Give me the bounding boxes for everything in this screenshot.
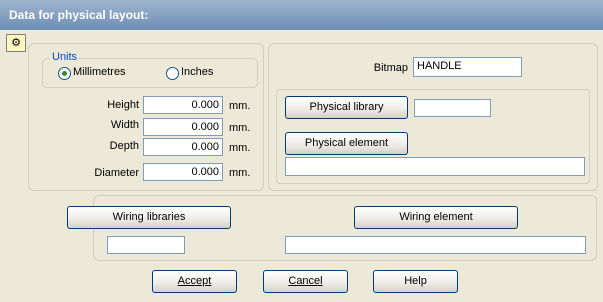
wiring-libraries-field[interactable] xyxy=(107,236,185,254)
depth-field[interactable]: 0.000 xyxy=(143,138,223,156)
physical-library-field[interactable] xyxy=(414,99,491,117)
physical-library-button[interactable]: Physical library xyxy=(285,96,408,119)
cancel-label: Cancel xyxy=(288,275,323,287)
wiring-element-button[interactable]: Wiring element xyxy=(354,206,518,229)
height-label: Height xyxy=(107,99,139,111)
height-unit: mm. xyxy=(229,100,251,112)
accept-label: Accept xyxy=(177,275,212,287)
millimetres-radio[interactable] xyxy=(58,67,71,80)
diameter-field[interactable]: 0.000 xyxy=(143,163,223,181)
diameter-unit: mm. xyxy=(229,167,251,179)
millimetres-label[interactable]: Millimetres xyxy=(73,66,126,78)
height-field[interactable]: 0.000 xyxy=(143,96,223,114)
physical-element-button[interactable]: Physical element xyxy=(285,132,408,155)
depth-label: Depth xyxy=(109,140,139,152)
window-title: Data for physical layout: xyxy=(9,8,149,22)
bitmap-label: Bitmap xyxy=(373,62,408,74)
width-unit: mm. xyxy=(229,122,251,134)
inches-radio[interactable] xyxy=(166,67,179,80)
depth-unit: mm. xyxy=(229,142,251,154)
inches-label[interactable]: Inches xyxy=(181,66,213,78)
physical-layout-dialog: Data for physical layout: ⚙ Units Millim… xyxy=(0,0,603,302)
help-button[interactable]: Help xyxy=(373,270,458,293)
app-icon[interactable]: ⚙ xyxy=(6,34,26,52)
width-field[interactable]: 0.000 xyxy=(143,118,223,136)
title-bar: Data for physical layout: xyxy=(0,0,603,30)
diameter-label: Diameter xyxy=(94,167,139,179)
cancel-button[interactable]: Cancel xyxy=(263,270,348,293)
accept-button[interactable]: Accept xyxy=(152,270,237,293)
wiring-libraries-button[interactable]: Wiring libraries xyxy=(67,206,231,229)
wiring-element-field[interactable] xyxy=(285,236,586,254)
bitmap-field[interactable]: HANDLE xyxy=(413,57,522,77)
width-label: Width xyxy=(110,119,139,131)
physical-element-field[interactable] xyxy=(285,157,585,176)
units-group-label: Units xyxy=(50,51,80,63)
